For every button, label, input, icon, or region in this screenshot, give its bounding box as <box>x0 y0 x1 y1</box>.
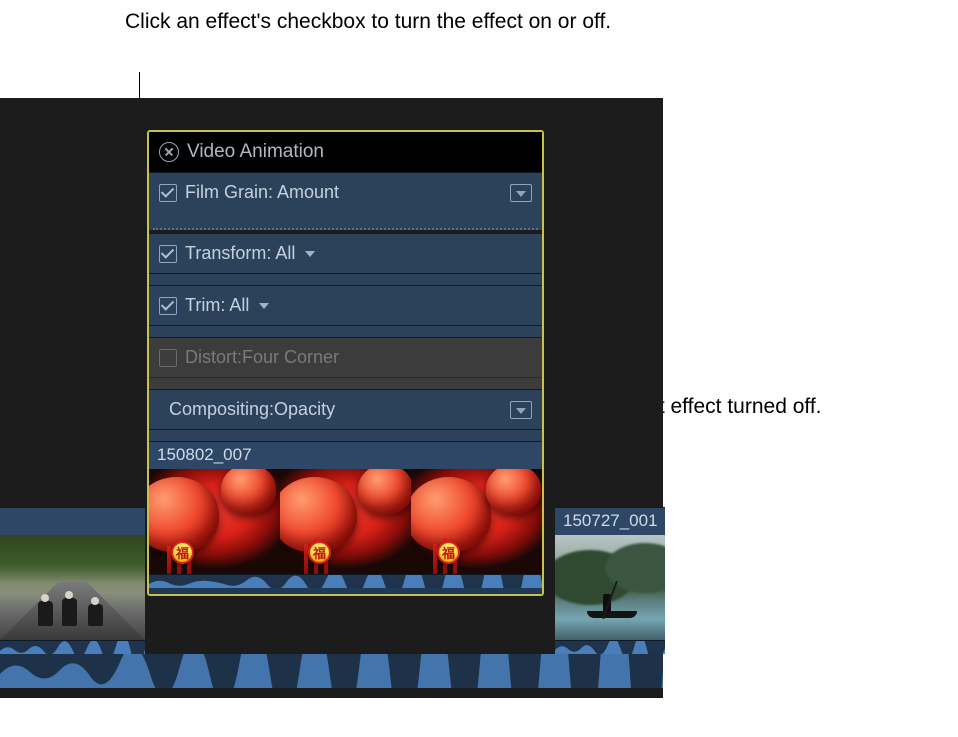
effect-row-trim[interactable]: Trim: All <box>149 285 542 337</box>
keyframe-lane[interactable] <box>153 212 538 230</box>
effect-row-film-grain[interactable]: Film Grain: Amount <box>149 172 542 230</box>
callout-checkbox-hint: Click an effect's checkbox to turn the e… <box>125 8 611 36</box>
timeline-clip-right[interactable]: 150727_001 <box>555 507 665 654</box>
effect-label: Film Grain: Amount <box>185 182 339 203</box>
clip-title-bar: 150727_001 <box>555 507 665 535</box>
keyframe-lane[interactable] <box>149 377 542 389</box>
clip-audio-waveform <box>0 640 145 654</box>
clip-thumbnail <box>555 535 665 640</box>
expand-icon[interactable] <box>510 184 532 202</box>
clip-title-bar: 150802_007 <box>149 441 542 469</box>
effect-label: Compositing:Opacity <box>169 399 335 420</box>
effect-row-compositing[interactable]: Compositing:Opacity <box>149 389 542 441</box>
effect-label: Trim: All <box>185 295 249 316</box>
clip-thumbnail: 福 <box>149 469 280 574</box>
effect-row-transform[interactable]: Transform: All <box>149 233 542 285</box>
expand-icon[interactable] <box>510 401 532 419</box>
panel-title: Video Animation <box>187 141 324 163</box>
timeline-clip-left[interactable] <box>0 507 145 654</box>
clip-audio-waveform <box>555 640 665 654</box>
clip-footer-band <box>149 588 542 594</box>
keyframe-lane[interactable] <box>149 325 542 337</box>
effect-checkbox[interactable] <box>159 245 177 263</box>
chevron-down-icon[interactable] <box>305 251 315 257</box>
effect-label: Distort:Four Corner <box>185 347 339 368</box>
clip-title-bar <box>0 507 145 535</box>
panel-header: Video Animation <box>149 132 542 172</box>
video-animation-panel: Video Animation Film Grain: Amount Trans… <box>147 130 544 596</box>
timeline-audio-track <box>0 654 663 688</box>
clip-audio-waveform <box>149 574 542 588</box>
effect-label: Transform: All <box>185 243 295 264</box>
clip-filmstrip[interactable]: 福 福 福 <box>149 469 542 574</box>
keyframe-lane[interactable] <box>149 429 542 441</box>
effect-checkbox[interactable] <box>159 349 177 367</box>
close-icon[interactable] <box>159 142 179 162</box>
effect-checkbox[interactable] <box>159 184 177 202</box>
clip-thumbnail: 福 <box>411 469 542 574</box>
effect-checkbox[interactable] <box>159 297 177 315</box>
keyframe-lane[interactable] <box>149 273 542 285</box>
clip-thumbnail: 福 <box>280 469 411 574</box>
clip-thumbnail <box>0 535 145 640</box>
effect-row-distort[interactable]: Distort:Four Corner <box>149 337 542 389</box>
chevron-down-icon[interactable] <box>259 303 269 309</box>
